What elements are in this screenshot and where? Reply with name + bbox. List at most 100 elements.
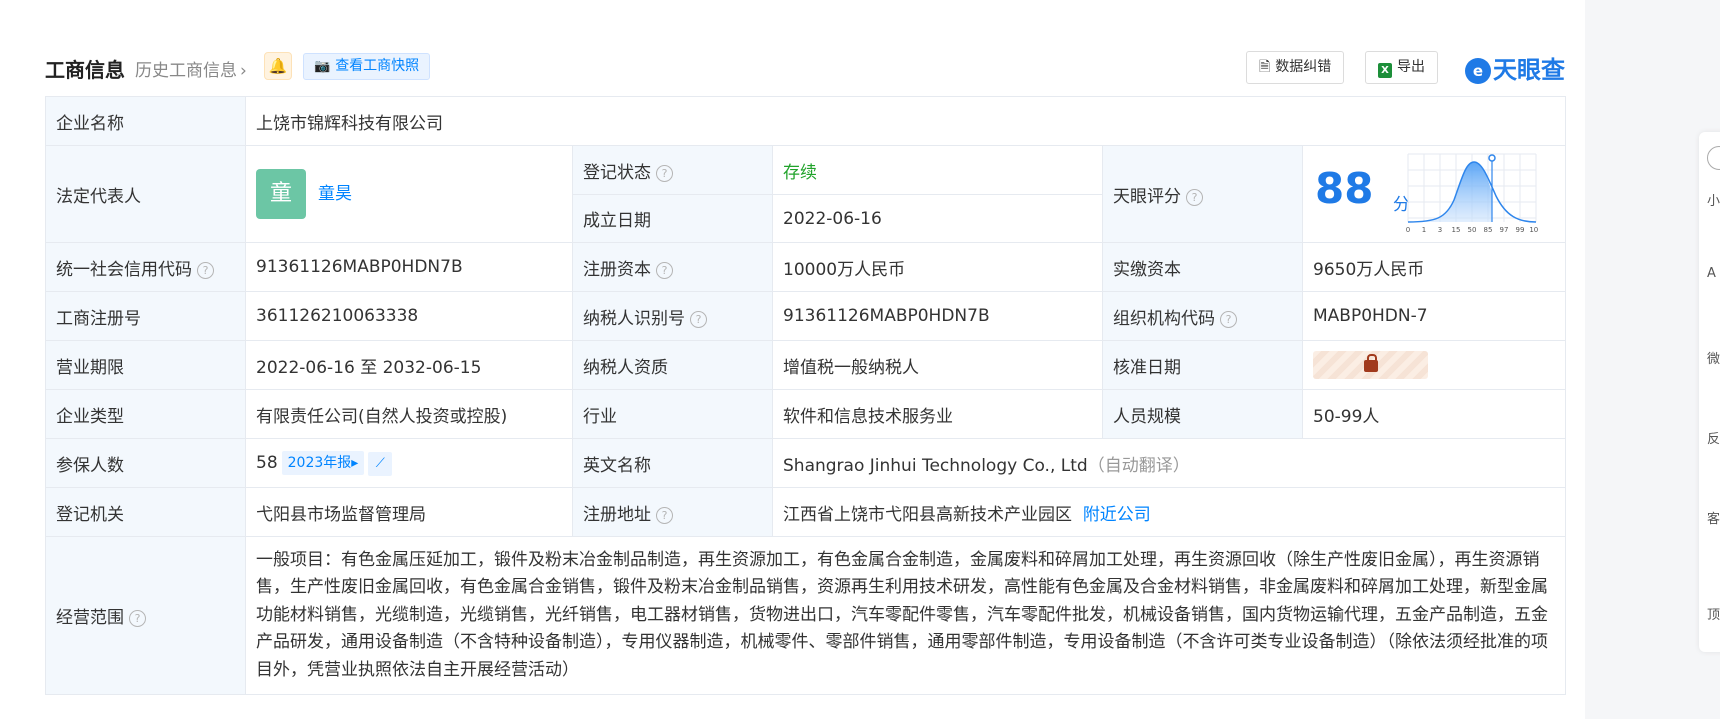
- credit-code-label-cell: 统一社会信用代码?: [45, 242, 246, 292]
- en-name-cell: Shangrao Jinhui Technology Co., Ltd（自动翻译…: [771, 438, 1567, 488]
- trend-chart-icon[interactable]: ⟋: [368, 451, 393, 476]
- chevron-right-icon: ›: [240, 61, 247, 81]
- sidebar-circle-icon[interactable]: [1707, 146, 1720, 170]
- sidebar-item-1[interactable]: A: [1707, 266, 1716, 281]
- address-cell: 江西省上饶市弋阳县高新技术产业园区 附近公司: [771, 487, 1567, 537]
- insured-report-tag[interactable]: 2023年报▸: [281, 450, 365, 475]
- insured-cell: 58 2023年报▸ ⟋: [245, 438, 573, 488]
- company-name-label: 企业名称: [45, 96, 246, 146]
- paid-capital-value: 9650万人民币: [1301, 242, 1567, 292]
- sidebar-item-4[interactable]: 客服: [1707, 508, 1720, 527]
- auto-translate-note: （自动翻译）: [1087, 455, 1190, 476]
- help-icon[interactable]: ?: [656, 261, 673, 279]
- taxpayer-id-label: 纳税人识别号: [583, 308, 685, 329]
- approve-date-cell: [1301, 340, 1567, 390]
- taxpayer-id-label-cell: 纳税人识别号?: [572, 291, 773, 341]
- type-value: 有限责任公司(自然人投资或控股): [245, 389, 573, 439]
- score-tick-15: 15: [1452, 226, 1461, 234]
- status-badge: 存续: [783, 162, 817, 183]
- score-distribution-chart: 0 1 3 15 50 85 97 99 100: [1406, 153, 1538, 234]
- term-label: 营业期限: [45, 340, 246, 390]
- en-name-label: 英文名称: [572, 438, 773, 488]
- found-date-value: 2022-06-16: [772, 194, 1103, 243]
- staff-label: 人员规模: [1102, 389, 1303, 439]
- section-title: 工商信息: [45, 58, 125, 82]
- term-value: 2022-06-16 至 2032-06-15: [245, 340, 573, 390]
- type-label: 企业类型: [45, 389, 246, 439]
- export-button[interactable]: X 导出: [1365, 51, 1438, 84]
- locked-content[interactable]: [1313, 351, 1428, 379]
- authority-value: 弋阳县市场监督管理局: [245, 487, 573, 537]
- reg-status-label: 登记状态: [583, 162, 651, 183]
- score-widget[interactable]: 88 分 0 1 3 15 50 85 97 99 10: [1303, 146, 1565, 242]
- company-name-value: 上饶市锦辉科技有限公司: [244, 96, 1567, 146]
- business-info-card: 工商信息 历史工商信息 › 🔔 📷 查看工商快照 🗎 数据纠错 X 导出 e 天眼查 企业…: [0, 0, 1585, 719]
- org-code-label: 组织机构代码: [1113, 308, 1215, 329]
- score-tick-99: 99: [1516, 226, 1525, 234]
- help-icon[interactable]: ?: [197, 261, 214, 279]
- data-correction-button[interactable]: 🗎 数据纠错: [1246, 51, 1345, 84]
- score-tick-1: 1: [1422, 226, 1426, 234]
- lock-icon: [1363, 354, 1378, 372]
- help-icon[interactable]: ?: [656, 164, 673, 182]
- score-label-cell: 天眼评分?: [1102, 145, 1303, 243]
- sidebar-item-5[interactable]: 顶: [1707, 604, 1720, 623]
- view-snapshot-button[interactable]: 📷 查看工商快照: [303, 53, 431, 80]
- en-name-value: Shangrao Jinhui Technology Co., Ltd: [783, 455, 1088, 476]
- reg-capital-label: 注册资本: [583, 259, 651, 280]
- score-tick-85: 85: [1484, 226, 1493, 234]
- score-label: 天眼评分: [1113, 186, 1181, 207]
- logo-text: 天眼查: [1493, 56, 1565, 84]
- correction-label: 数据纠错: [1275, 59, 1332, 75]
- document-edit-icon: 🗎: [1259, 59, 1271, 75]
- help-icon[interactable]: ?: [1186, 188, 1203, 206]
- camera-icon: 📷: [314, 59, 331, 74]
- help-icon[interactable]: ?: [690, 310, 707, 328]
- export-label: 导出: [1397, 59, 1425, 75]
- reg-status-label-cell: 登记状态?: [572, 145, 773, 195]
- scope-value: 一般项目：有色金属压延加工，锻件及粉末冶金制品制造，再生资源加工，有色金属合金制…: [244, 536, 1567, 695]
- tax-qual-value: 增值税一般纳税人: [772, 340, 1103, 390]
- credit-code-value: 91361126MABP0HDN7B: [245, 242, 573, 292]
- business-info-table: 企业名称 上饶市锦辉科技有限公司 法定代表人 童童昊 登记状态? 存续 天眼评分…: [45, 96, 1567, 695]
- insured-value: 58: [256, 452, 278, 473]
- avatar: 童: [256, 169, 306, 219]
- address-label: 注册地址: [583, 504, 651, 525]
- biz-reg-no-label: 工商注册号: [45, 291, 246, 341]
- sidebar-item-0[interactable]: 小: [1707, 190, 1720, 209]
- score-value: 88: [1315, 164, 1374, 213]
- score-tick-50: 50: [1468, 226, 1477, 234]
- history-business-info-link[interactable]: 历史工商信息 ›: [135, 56, 247, 81]
- legal-rep-label: 法定代表人: [45, 145, 246, 243]
- sidebar-item-2[interactable]: 微: [1707, 348, 1720, 367]
- legal-rep-link[interactable]: 童昊: [318, 184, 352, 204]
- reg-capital-value: 10000万人民币: [772, 242, 1103, 292]
- score-tick-0: 0: [1406, 226, 1410, 234]
- section-header: 工商信息 历史工商信息 › 🔔 📷 查看工商快照 🗎 数据纠错 X 导出 e 天眼查: [45, 48, 1565, 84]
- legal-rep-cell: 童童昊: [245, 145, 573, 243]
- scope-label: 经营范围: [56, 608, 124, 628]
- nearby-companies-link[interactable]: 附近公司: [1083, 505, 1151, 525]
- approve-date-label: 核准日期: [1102, 340, 1303, 390]
- tianyancha-logo: e 天眼查: [1465, 50, 1565, 85]
- found-date-label: 成立日期: [572, 194, 773, 243]
- bell-icon[interactable]: 🔔: [264, 52, 292, 80]
- help-icon[interactable]: ?: [1220, 310, 1237, 328]
- history-link-label: 历史工商信息: [135, 61, 237, 81]
- biz-reg-no-value: 361126210063338: [245, 291, 573, 341]
- org-code-value: MABP0HDN-7: [1301, 291, 1567, 341]
- tax-qual-label: 纳税人资质: [572, 340, 773, 390]
- help-icon[interactable]: ?: [129, 610, 146, 627]
- reg-status-value: 存续: [772, 145, 1103, 195]
- insured-label: 参保人数: [45, 438, 246, 488]
- industry-label: 行业: [572, 389, 773, 439]
- help-icon[interactable]: ?: [656, 506, 673, 524]
- address-label-cell: 注册地址?: [572, 487, 773, 537]
- taxpayer-id-value: 91361126MABP0HDN7B: [772, 291, 1103, 341]
- excel-icon: X: [1378, 63, 1392, 78]
- snapshot-label: 查看工商快照: [335, 58, 420, 74]
- sidebar-item-3[interactable]: 反: [1707, 428, 1720, 447]
- score-tick-100: 100: [1529, 226, 1538, 234]
- reg-capital-label-cell: 注册资本?: [572, 242, 773, 292]
- score-cell[interactable]: 88 分 0 1 3 15 50 85 97 99 10: [1301, 145, 1567, 243]
